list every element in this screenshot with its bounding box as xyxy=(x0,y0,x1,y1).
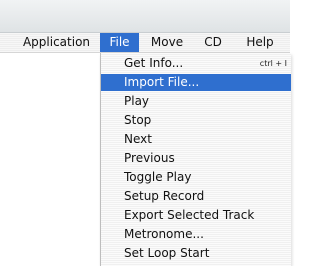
menu-item-set-loop-start[interactable]: Set Loop Start xyxy=(101,245,291,262)
menu-item-label: Play xyxy=(124,94,150,108)
menu-move-label: Move xyxy=(150,35,184,49)
menu-item-previous[interactable]: Previous xyxy=(101,150,291,167)
menu-item-label: Import File... xyxy=(124,75,200,89)
menu-item-next[interactable]: Next xyxy=(101,131,291,148)
menu-item-import-file[interactable]: Import File... xyxy=(101,74,291,91)
menu-cd[interactable]: CD xyxy=(197,33,229,52)
menu-file-label: File xyxy=(109,35,130,49)
title-bar xyxy=(0,0,290,33)
menu-item-label: Metronome... xyxy=(124,227,204,241)
menu-cd-label: CD xyxy=(204,35,222,49)
menu-item-setup-record[interactable]: Setup Record xyxy=(101,188,291,205)
menu-item-label: Export Selected Track xyxy=(124,208,255,222)
menu-application-label: Application xyxy=(22,35,91,49)
menu-item-toggle-play[interactable]: Toggle Play xyxy=(101,169,291,186)
file-dropdown-menu: Get Info... ctrl + I Import File... Play… xyxy=(100,53,291,266)
menu-item-play[interactable]: Play xyxy=(101,93,291,110)
menu-item-label: Toggle Play xyxy=(124,170,192,184)
menu-bar: Application File Move CD Help xyxy=(0,33,290,53)
menu-item-stop[interactable]: Stop xyxy=(101,112,291,129)
menu-item-label: Get Info... xyxy=(124,56,184,70)
menu-item-metronome[interactable]: Metronome... xyxy=(101,226,291,243)
menu-move[interactable]: Move xyxy=(146,33,188,52)
menu-file[interactable]: File xyxy=(100,33,139,52)
menu-item-export-selected-track[interactable]: Export Selected Track xyxy=(101,207,291,224)
menu-item-label: Next xyxy=(124,132,152,146)
menu-item-label: Set Loop Start xyxy=(124,246,210,260)
menu-application[interactable]: Application xyxy=(18,33,95,52)
menu-item-label: Setup Record xyxy=(124,189,205,203)
menu-help-label: Help xyxy=(246,35,274,49)
menu-item-label: Stop xyxy=(124,113,152,127)
menu-item-get-info[interactable]: Get Info... ctrl + I xyxy=(101,55,291,72)
menu-help[interactable]: Help xyxy=(238,33,282,52)
menu-item-shortcut: ctrl + I xyxy=(259,59,287,68)
menu-item-label: Previous xyxy=(124,151,175,165)
